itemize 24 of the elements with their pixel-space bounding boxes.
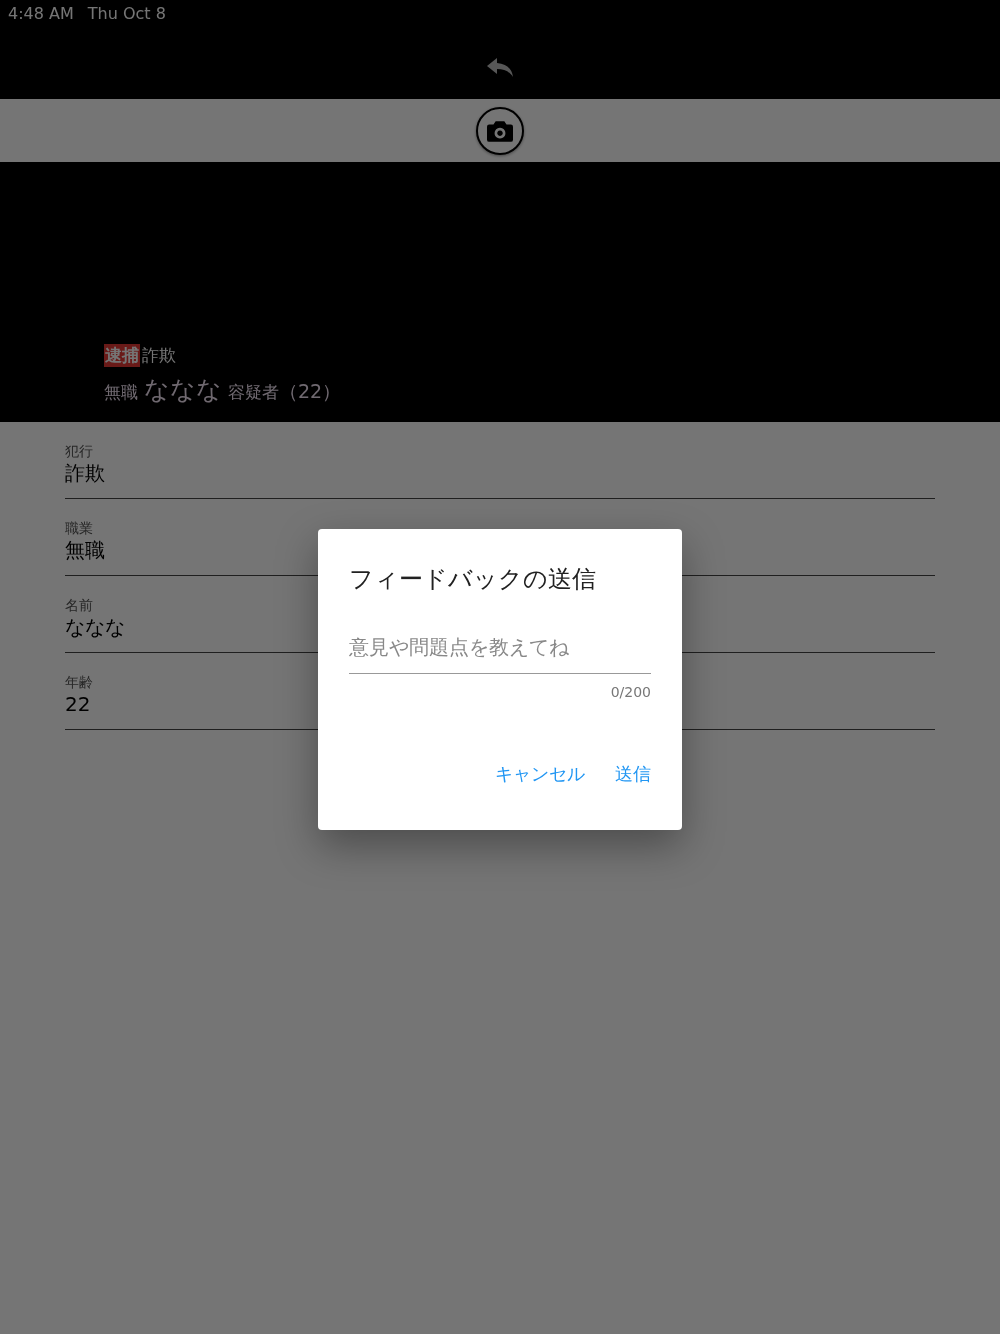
field-value: 無職 <box>65 537 105 563</box>
camera-button[interactable] <box>476 106 524 155</box>
arrest-badge: 逮捕 <box>104 344 140 367</box>
age-text: （22） <box>279 379 342 404</box>
occupation-text: 無職 <box>104 381 138 404</box>
feedback-input[interactable]: 意見や問題点を教えてね <box>349 635 651 674</box>
role-text: 容疑者 <box>228 381 279 404</box>
field-value: 詐欺 <box>65 460 105 486</box>
field-label: 年齢 <box>65 673 93 691</box>
crime-text: 詐欺 <box>142 344 176 367</box>
camera-icon <box>487 119 513 142</box>
character-counter: 0/200 <box>610 684 651 700</box>
field-label: 職業 <box>65 519 93 537</box>
dialog-title: フィードバックの送信 <box>349 564 597 595</box>
field-value: 22 <box>65 691 91 717</box>
status-time: 4:48 AM <box>8 4 74 24</box>
reply-icon[interactable] <box>486 56 514 78</box>
field-value: ななな <box>65 614 125 640</box>
cancel-button[interactable]: キャンセル <box>495 758 585 790</box>
field-label: 犯行 <box>65 442 93 460</box>
field-label: 名前 <box>65 596 93 614</box>
send-button[interactable]: 送信 <box>615 758 651 790</box>
status-date: Thu Oct 8 <box>87 4 166 24</box>
name-text: ななな <box>144 374 222 406</box>
